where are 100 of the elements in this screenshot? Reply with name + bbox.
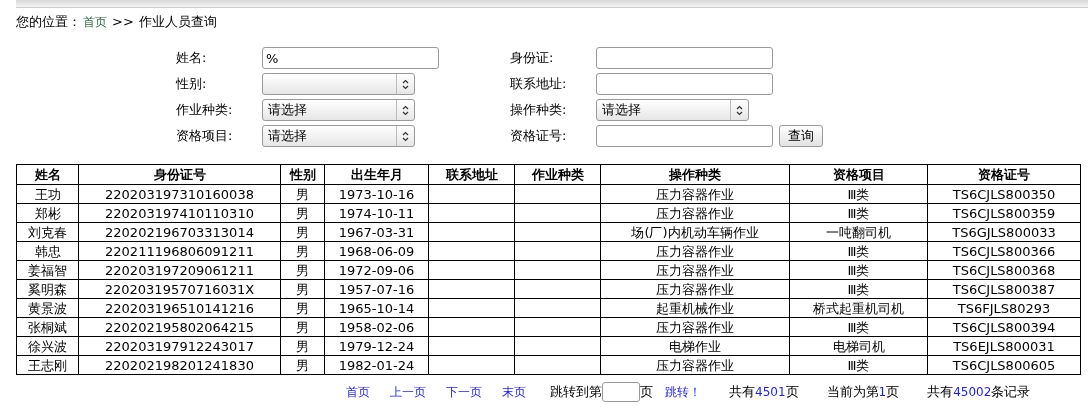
chevron-up-down-icon (402, 130, 409, 142)
pagination-link[interactable]: 下一页 (446, 383, 482, 401)
table-cell: 1957-07-16 (324, 279, 429, 299)
table-cell: TS6CJLS800605 (927, 355, 1081, 375)
table-cell: 起重机械作业 (600, 298, 790, 318)
table-cell: TS6CJLS800359 (927, 203, 1081, 223)
table-cell: TS6CJLS800366 (927, 241, 1081, 261)
table-cell: 男 (280, 222, 325, 242)
page-stat: 当前为第1页 (826, 383, 900, 402)
select-field[interactable]: 请选择 (596, 99, 749, 121)
field-label: 资格项目: (176, 127, 234, 146)
table-cell: 压力容器作业 (600, 241, 790, 261)
table-cell: TS6EJLS800031 (927, 336, 1081, 356)
table-cell: Ⅲ类 (789, 241, 928, 261)
table-cell: 1979-12-24 (324, 336, 429, 356)
table-cell: 桥式起重机司机 (789, 298, 928, 318)
table-cell: 220202198201241830 (78, 355, 281, 375)
table-cell: 姜福智 (16, 260, 79, 280)
table-cell: 1968-06-09 (324, 241, 429, 261)
query-button[interactable]: 查询 (779, 125, 823, 147)
page-stat: 共有4501页 (729, 383, 799, 402)
column-header: 操作种类 (600, 164, 790, 185)
home-link[interactable]: 首页 (83, 13, 107, 31)
table-cell: 压力容器作业 (600, 203, 790, 223)
field-label: 资格证号: (510, 127, 568, 146)
pagination-link[interactable]: 上一页 (390, 383, 426, 401)
table-cell: 电梯作业 (600, 336, 790, 356)
field-label: 作业种类: (176, 101, 234, 120)
jump-label-suffix: 页 (640, 383, 653, 402)
table-cell: 电梯司机 (789, 336, 928, 356)
table-cell: TS6CJLS800394 (927, 317, 1081, 337)
table-cell: TS6CJLS800350 (927, 184, 1081, 204)
table-cell: TS6FJLS80293 (927, 298, 1081, 318)
table-cell: 男 (280, 184, 325, 204)
pagination-link[interactable]: 首页 (346, 383, 370, 401)
table-cell: 王志刚 (16, 355, 79, 375)
table-cell: 男 (280, 355, 325, 375)
jump-link[interactable]: 跳转！ (665, 383, 701, 401)
table-cell: 男 (280, 336, 325, 356)
table-cell: Ⅲ类 (789, 317, 928, 337)
table-cell: 黄景波 (16, 298, 79, 318)
table-cell: 郑彬 (16, 203, 79, 223)
select-field[interactable] (262, 73, 415, 95)
table-cell: 场(厂)内机动车辆作业 (600, 222, 790, 242)
table-cell: 男 (280, 203, 325, 223)
table-cell: 压力容器作业 (600, 260, 790, 280)
input-field[interactable] (596, 73, 773, 95)
column-header: 资格证号 (927, 164, 1081, 185)
table-cell: TS6GJLS800033 (927, 222, 1081, 242)
breadcrumb-current: 作业人员查询 (138, 13, 217, 32)
table-cell: 220203197310160038 (78, 184, 281, 204)
table-cell: 1967-03-31 (324, 222, 429, 242)
table-cell: 220202196703313014 (78, 222, 281, 242)
select-field[interactable]: 请选择 (262, 125, 415, 147)
table-cell: Ⅲ类 (789, 203, 928, 223)
table-cell: 220202195802064215 (78, 317, 281, 337)
table-cell: 张桐斌 (16, 317, 79, 337)
select-field[interactable]: 请选择 (262, 99, 415, 121)
table-cell: 压力容器作业 (600, 279, 790, 299)
table-cell: 男 (280, 279, 325, 299)
table-cell: 男 (280, 317, 325, 337)
table-cell: 压力容器作业 (600, 184, 790, 204)
location-label: 您的位置： (16, 13, 81, 32)
table-cell: 压力容器作业 (600, 317, 790, 337)
chevron-up-down-icon (736, 104, 743, 116)
table-cell: Ⅲ类 (789, 279, 928, 299)
field-label: 性别: (176, 75, 208, 94)
table-cell: 220203197209061211 (78, 260, 281, 280)
column-header: 姓名 (16, 164, 79, 185)
table-cell: 1974-10-11 (324, 203, 429, 223)
input-field[interactable] (596, 47, 773, 69)
page-number-field[interactable] (602, 382, 640, 402)
table-cell: 220203196510141216 (78, 298, 281, 318)
table-cell: 1973-10-16 (324, 184, 429, 204)
column-header: 身份证号 (78, 164, 281, 185)
table-cell: 1958-02-06 (324, 317, 429, 337)
table-cell: 男 (280, 241, 325, 261)
page-stat: 共有45002条记录 (927, 383, 1031, 402)
field-label: 姓名: (176, 49, 208, 68)
input-field[interactable] (596, 125, 773, 147)
column-header: 出生年月 (324, 164, 429, 185)
table-cell: 刘克春 (16, 222, 79, 242)
table-cell: 徐兴波 (16, 336, 79, 356)
table-cell: 220203197410110310 (78, 203, 281, 223)
table-cell: Ⅲ类 (789, 355, 928, 375)
jump-label: 跳转到第 (550, 383, 602, 402)
chevron-up-down-icon (402, 78, 409, 90)
column-header: 联系地址 (428, 164, 515, 185)
column-header: 资格项目 (789, 164, 928, 185)
input-field[interactable]: % (262, 47, 439, 69)
chevron-up-down-icon (402, 104, 409, 116)
table-cell: 一吨翻司机 (789, 222, 928, 242)
field-label: 联系地址: (510, 75, 568, 94)
table-cell: 男 (280, 260, 325, 280)
column-header: 性别 (280, 164, 325, 185)
table-cell: TS6CJLS800387 (927, 279, 1081, 299)
table-cell: 220211196806091211 (78, 241, 281, 261)
table-cell: 男 (280, 298, 325, 318)
pagination-link[interactable]: 末页 (502, 383, 526, 401)
table-cell: 22020319570716031X (78, 279, 281, 299)
